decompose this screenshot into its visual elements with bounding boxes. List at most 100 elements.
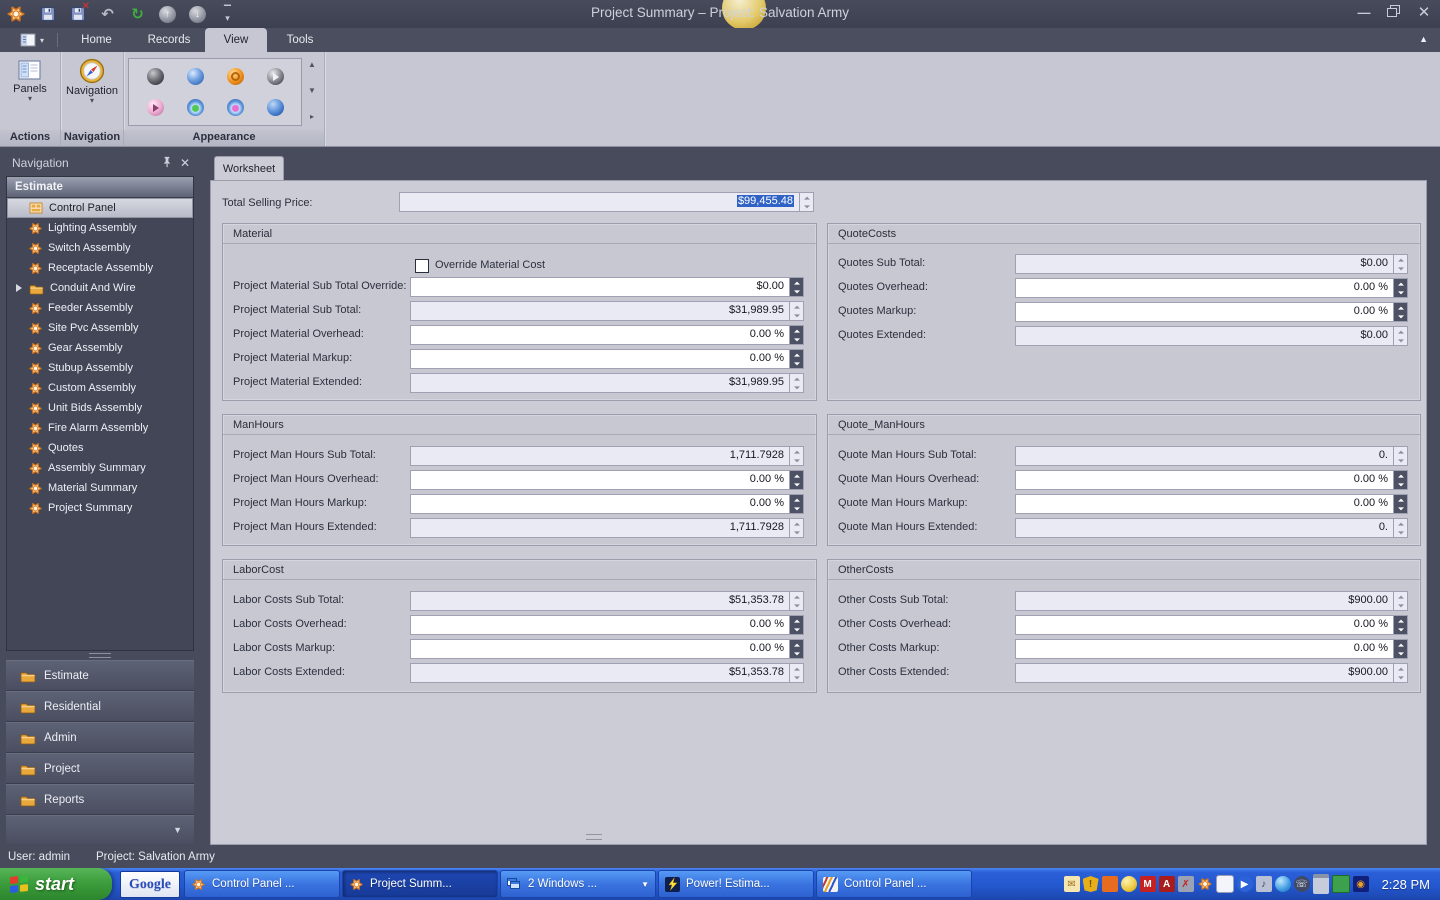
spinner[interactable] xyxy=(1393,279,1407,297)
sidebar-item-project-summary[interactable]: Project Summary xyxy=(7,498,193,518)
user-offline-icon[interactable]: ✗ xyxy=(1178,876,1194,892)
other-costs-markup-field[interactable]: 0.00 % xyxy=(1015,639,1408,659)
sidebar-item-switch-assembly[interactable]: Switch Assembly xyxy=(7,238,193,258)
sidebar-item-control-panel[interactable]: Control Panel xyxy=(7,198,193,218)
java-icon[interactable] xyxy=(1102,876,1118,892)
sidebar-item-fire-alarm-assembly[interactable]: Fire Alarm Assembly xyxy=(7,418,193,438)
sidebar-item-custom-assembly[interactable]: Custom Assembly xyxy=(7,378,193,398)
wireless-icon[interactable]: ◉ xyxy=(1353,876,1369,892)
spinner[interactable] xyxy=(789,326,803,344)
total-selling-price-field[interactable]: $99,455.48 xyxy=(399,192,814,212)
taskbar-button-control-panel-1[interactable]: Control Panel ... xyxy=(184,870,340,898)
sidebar-button-residential[interactable]: Residential xyxy=(6,691,194,722)
sidebar-button-estimate[interactable]: Estimate xyxy=(6,660,194,691)
mail-icon[interactable]: ✉ xyxy=(1064,876,1080,892)
app-menu-button[interactable]: ▾ xyxy=(14,31,50,49)
plain-blue-orb-icon[interactable] xyxy=(267,99,284,116)
blue-orb-icon[interactable] xyxy=(187,68,204,85)
taskbar-button-control-panel-2[interactable]: Control Panel ... xyxy=(816,870,972,898)
sidebar-item-unit-bids-assembly[interactable]: Unit Bids Assembly xyxy=(7,398,193,418)
spinner[interactable] xyxy=(789,640,803,658)
pdf-icon[interactable]: A xyxy=(1159,876,1175,892)
tab-view[interactable]: View xyxy=(205,28,267,52)
taskbar-button-power-estimator[interactable]: Power! Estima... xyxy=(658,870,814,898)
msn-icon[interactable] xyxy=(1275,876,1291,892)
restore-button[interactable] xyxy=(1386,5,1402,19)
project-material-sub-total-override-field[interactable]: $0.00 xyxy=(410,277,804,297)
sidebar-item-feeder-assembly[interactable]: Feeder Assembly xyxy=(7,298,193,318)
sidebar-splitter[interactable] xyxy=(6,651,194,659)
sidebar-item-quotes[interactable]: Quotes xyxy=(7,438,193,458)
black-orb-icon[interactable] xyxy=(147,68,164,85)
expander-icon[interactable] xyxy=(16,284,26,292)
media-play-icon[interactable]: ▶ xyxy=(1237,876,1253,892)
quote-man-hours-markup-field[interactable]: 0.00 % xyxy=(1015,494,1408,514)
spinner[interactable] xyxy=(1393,303,1407,321)
sidebar-close-icon[interactable]: ✕ xyxy=(176,156,194,170)
pink-center-orb-icon[interactable] xyxy=(227,99,244,116)
sidebar-item-gear-assembly[interactable]: Gear Assembly xyxy=(7,338,193,358)
security-shield-icon[interactable]: ! xyxy=(1083,876,1099,892)
sidebar-item-stubup-assembly[interactable]: Stubup Assembly xyxy=(7,358,193,378)
tab-home[interactable]: Home xyxy=(60,28,133,52)
sidebar-item-receptacle-assembly[interactable]: Receptacle Assembly xyxy=(7,258,193,278)
minimize-button[interactable]: — xyxy=(1356,5,1372,19)
google-search-bar[interactable]: Google xyxy=(120,871,180,898)
project-man-hours-overhead-field[interactable]: 0.00 % xyxy=(410,470,804,490)
close-button[interactable]: ✕ xyxy=(1416,5,1432,19)
taskbar-button-project-summary[interactable]: Project Summ... xyxy=(342,870,498,898)
card-icon[interactable] xyxy=(1332,875,1350,893)
spinner[interactable] xyxy=(789,278,803,296)
tab-records[interactable]: Records xyxy=(133,28,205,52)
override-material-cost-checkbox[interactable] xyxy=(415,259,429,273)
orange-swirl-orb-icon[interactable] xyxy=(227,68,244,85)
panel-grip[interactable] xyxy=(586,834,602,840)
spinner[interactable] xyxy=(1393,471,1407,489)
sidebar-button-reports[interactable]: Reports xyxy=(6,784,194,815)
sidebar-button-admin[interactable]: Admin xyxy=(6,722,194,753)
green-center-orb-icon[interactable] xyxy=(187,99,204,116)
spinner[interactable] xyxy=(1393,640,1407,658)
start-button[interactable]: start xyxy=(0,868,112,900)
sidebar-overflow-button[interactable]: ▼ xyxy=(6,815,194,844)
spinner[interactable] xyxy=(789,616,803,634)
quotes-markup-field[interactable]: 0.00 % xyxy=(1015,302,1408,322)
sidebar-button-project[interactable]: Project xyxy=(6,753,194,784)
project-man-hours-markup-field[interactable]: 0.00 % xyxy=(410,494,804,514)
quotes-overhead-field[interactable]: 0.00 % xyxy=(1015,278,1408,298)
total-spinner[interactable] xyxy=(799,193,813,211)
tab-worksheet[interactable]: Worksheet xyxy=(214,156,284,182)
reminder-ball-icon[interactable] xyxy=(1121,876,1137,892)
other-costs-overhead-field[interactable]: 0.00 % xyxy=(1015,615,1408,635)
sidebar-item-conduit-and-wire[interactable]: Conduit And Wire xyxy=(7,278,193,298)
project-material-overhead-field[interactable]: 0.00 % xyxy=(410,325,804,345)
spinner[interactable] xyxy=(789,350,803,368)
labor-costs-markup-field[interactable]: 0.00 % xyxy=(410,639,804,659)
spinner[interactable] xyxy=(789,471,803,489)
appearance-gallery[interactable] xyxy=(128,58,302,126)
spinner[interactable] xyxy=(1393,495,1407,513)
sidebar-item-material-summary[interactable]: Material Summary xyxy=(7,478,193,498)
messenger-bubble-icon[interactable] xyxy=(1216,875,1234,893)
spinner[interactable] xyxy=(789,495,803,513)
printer-icon[interactable] xyxy=(1313,874,1329,894)
quote-man-hours-overhead-field[interactable]: 0.00 % xyxy=(1015,470,1408,490)
phone-icon[interactable]: ☏ xyxy=(1294,876,1310,892)
spinner[interactable] xyxy=(1393,616,1407,634)
navigation-button[interactable]: Navigation ▾ xyxy=(66,56,118,104)
mcafee-icon[interactable]: M xyxy=(1140,876,1156,892)
ribbon-collapse-icon[interactable]: ▲ xyxy=(1419,34,1428,44)
taskbar-button-window-group[interactable]: 2 Windows ... ▼ xyxy=(500,870,656,898)
gray-glyph-orb-icon[interactable] xyxy=(267,68,284,85)
labor-costs-overhead-field[interactable]: 0.00 % xyxy=(410,615,804,635)
pink-glyph-orb-icon[interactable] xyxy=(147,99,164,116)
panels-button[interactable]: Panels ▾ xyxy=(13,56,47,102)
pin-icon[interactable] xyxy=(158,155,176,172)
estimator-app-icon[interactable] xyxy=(1197,876,1213,892)
tab-tools[interactable]: Tools xyxy=(267,28,333,52)
sidebar-item-assembly-summary[interactable]: Assembly Summary xyxy=(7,458,193,478)
sidebar-item-site-pvc-assembly[interactable]: Site Pvc Assembly xyxy=(7,318,193,338)
volume-icon[interactable]: ♪ xyxy=(1256,876,1272,892)
sidebar-item-lighting-assembly[interactable]: Lighting Assembly xyxy=(7,218,193,238)
gallery-up-icon[interactable]: ▲ xyxy=(308,60,316,70)
